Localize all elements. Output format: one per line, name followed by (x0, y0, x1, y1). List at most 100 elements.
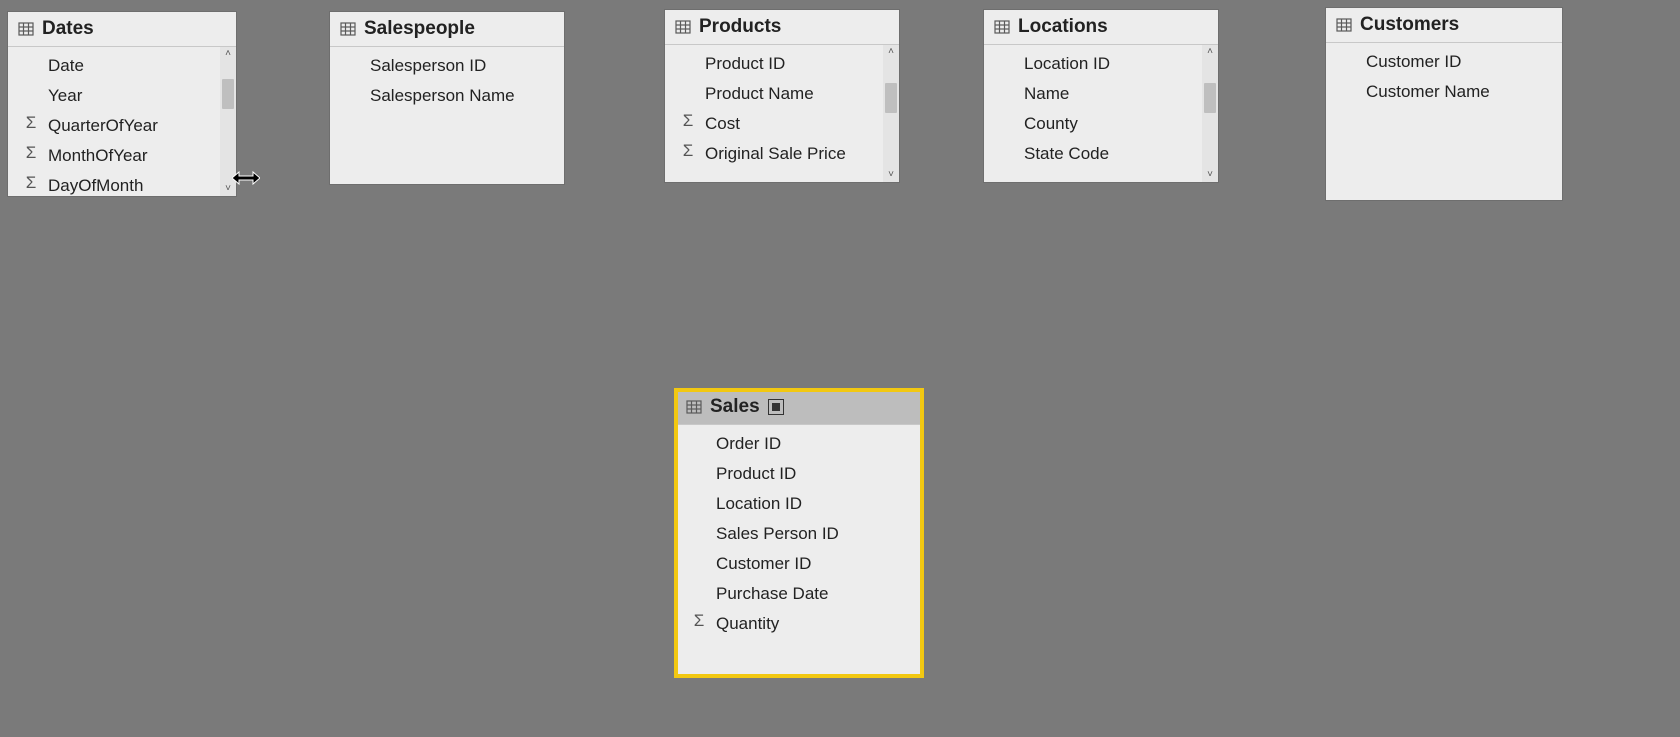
field-name: Salesperson ID (370, 56, 486, 76)
field-row[interactable]: ΣMonthOfYear (8, 141, 220, 171)
scrollbar[interactable]: ˄˅ (883, 45, 899, 182)
table-title: Locations (1018, 16, 1108, 38)
field-name: Purchase Date (716, 584, 828, 604)
field-name: Quantity (716, 614, 779, 634)
table-body: Date Year Σ QuarterOfYear ΣMonthOfYear Σ DayOf… (8, 47, 236, 196)
scroll-up-arrow[interactable]: ˄ (225, 47, 231, 61)
field-row[interactable]: Location ID (984, 49, 1202, 79)
field-name: Product ID (716, 464, 796, 484)
field-row[interactable]: Location ID (676, 489, 922, 519)
field-name: Original Sale Price (705, 144, 846, 164)
field-row[interactable]: Purchase Date (676, 579, 922, 609)
field-row[interactable]: Date (8, 51, 220, 81)
table-icon (686, 399, 702, 415)
scroll-thumb[interactable] (1204, 83, 1216, 113)
table-icon (675, 19, 691, 35)
field-row[interactable]: State Code (984, 139, 1202, 169)
table-header[interactable]: Customers (1326, 8, 1562, 43)
table-icon (18, 21, 34, 37)
field-row[interactable]: Customer Name (1326, 77, 1562, 107)
scrollbar[interactable]: ˄˅ (220, 47, 236, 196)
field-row[interactable]: Customer ID (1326, 47, 1562, 77)
field-row[interactable]: County (984, 109, 1202, 139)
sigma-icon: Σ (22, 114, 40, 132)
sigma-icon: Σ (22, 174, 40, 192)
field-name: MonthOfYear (48, 146, 148, 166)
table-title: Customers (1360, 14, 1459, 36)
field-name: Date (48, 56, 84, 76)
scroll-track[interactable] (1202, 59, 1218, 168)
field-row[interactable]: Product ID (665, 49, 883, 79)
table-header[interactable]: Salespeople (330, 12, 564, 47)
scroll-thumb[interactable] (222, 79, 234, 109)
sigma-icon: Σ (679, 112, 697, 130)
table-icon (1336, 17, 1352, 33)
field-name: Customer Name (1366, 82, 1490, 102)
table-icon (994, 19, 1010, 35)
table-products[interactable]: Products Product ID Product Name Σ Cost ΣOrig… (665, 10, 899, 182)
field-row[interactable]: Year (8, 81, 220, 111)
field-list: Customer ID Customer Name (1326, 43, 1562, 200)
table-header[interactable]: Products (665, 10, 899, 45)
field-list: Order ID Product ID Location ID Sales Perso… (676, 425, 922, 676)
field-name: County (1024, 114, 1078, 134)
table-salespeople[interactable]: Salespeople Salesperson ID Salesperson Nam… (330, 12, 564, 184)
field-row[interactable]: ΣOriginal Sale Price (665, 139, 883, 169)
table-header[interactable]: Dates (8, 12, 236, 47)
storage-mode-icon (768, 399, 784, 415)
field-name: QuarterOfYear (48, 116, 158, 136)
field-row[interactable]: Sales Person ID (676, 519, 922, 549)
field-row[interactable]: Σ Quantity (676, 609, 922, 639)
table-title: Salespeople (364, 18, 475, 40)
field-name: Sales Person ID (716, 524, 839, 544)
table-body: Order ID Product ID Location ID Sales Perso… (676, 425, 922, 676)
field-row[interactable]: Σ DayOfMonth (8, 171, 220, 196)
scrollbar[interactable]: ˄˅ (1202, 45, 1218, 182)
table-title: Dates (42, 18, 94, 40)
field-name: State Code (1024, 144, 1109, 164)
field-name: Customer ID (1366, 52, 1461, 72)
field-row[interactable]: Product ID (676, 459, 922, 489)
field-row[interactable]: Name (984, 79, 1202, 109)
table-icon (340, 21, 356, 37)
scroll-down-arrow[interactable]: ˅ (888, 168, 894, 182)
field-name: Product ID (705, 54, 785, 74)
field-name: Location ID (716, 494, 802, 514)
table-dates[interactable]: DatesDateYearΣQuarterOfYearΣMonthOfYearΣ… (8, 12, 236, 196)
table-title: Products (699, 16, 781, 38)
scroll-track[interactable] (220, 61, 236, 182)
field-name: Cost (705, 114, 740, 134)
table-body: Salesperson ID Salesperson Name (330, 47, 564, 184)
field-name: Product Name (705, 84, 814, 104)
field-name: Customer ID (716, 554, 811, 574)
field-row[interactable]: Order ID (676, 429, 922, 459)
field-list: Location ID Name County State Code (984, 45, 1202, 182)
scroll-up-arrow[interactable]: ˄ (888, 45, 894, 59)
scroll-thumb[interactable] (885, 83, 897, 113)
scroll-track[interactable] (883, 59, 899, 168)
field-row[interactable]: Product Name (665, 79, 883, 109)
field-row[interactable]: Salesperson Name (330, 81, 564, 111)
field-name: Order ID (716, 434, 781, 454)
scroll-up-arrow[interactable]: ˄ (1207, 45, 1213, 59)
field-list: Date Year Σ QuarterOfYear ΣMonthOfYear Σ DayOf… (8, 47, 220, 196)
table-locations[interactable]: Locations Location ID Name County State Code… (984, 10, 1218, 182)
table-customers[interactable]: Customers Customer ID Customer Name (1326, 8, 1562, 200)
field-name: DayOfMonth (48, 176, 143, 196)
table-title: Sales (710, 396, 760, 418)
field-row[interactable]: Σ Cost (665, 109, 883, 139)
resize-horizontal-cursor (232, 170, 260, 186)
table-sales[interactable]: Sales Order ID Product ID Location ID Sales … (676, 390, 922, 676)
table-body: Customer ID Customer Name (1326, 43, 1562, 200)
field-name: Salesperson Name (370, 86, 515, 106)
field-name: Name (1024, 84, 1069, 104)
table-header[interactable]: Sales (676, 390, 922, 425)
scroll-down-arrow[interactable]: ˅ (1207, 168, 1213, 182)
scroll-down-arrow[interactable]: ˅ (225, 182, 231, 196)
table-header[interactable]: Locations (984, 10, 1218, 45)
field-list: Product ID Product Name Σ Cost ΣOriginal Sal… (665, 45, 883, 182)
field-row[interactable]: Salesperson ID (330, 51, 564, 81)
sigma-icon: Σ (690, 612, 708, 630)
field-row[interactable]: Customer ID (676, 549, 922, 579)
field-row[interactable]: Σ QuarterOfYear (8, 111, 220, 141)
